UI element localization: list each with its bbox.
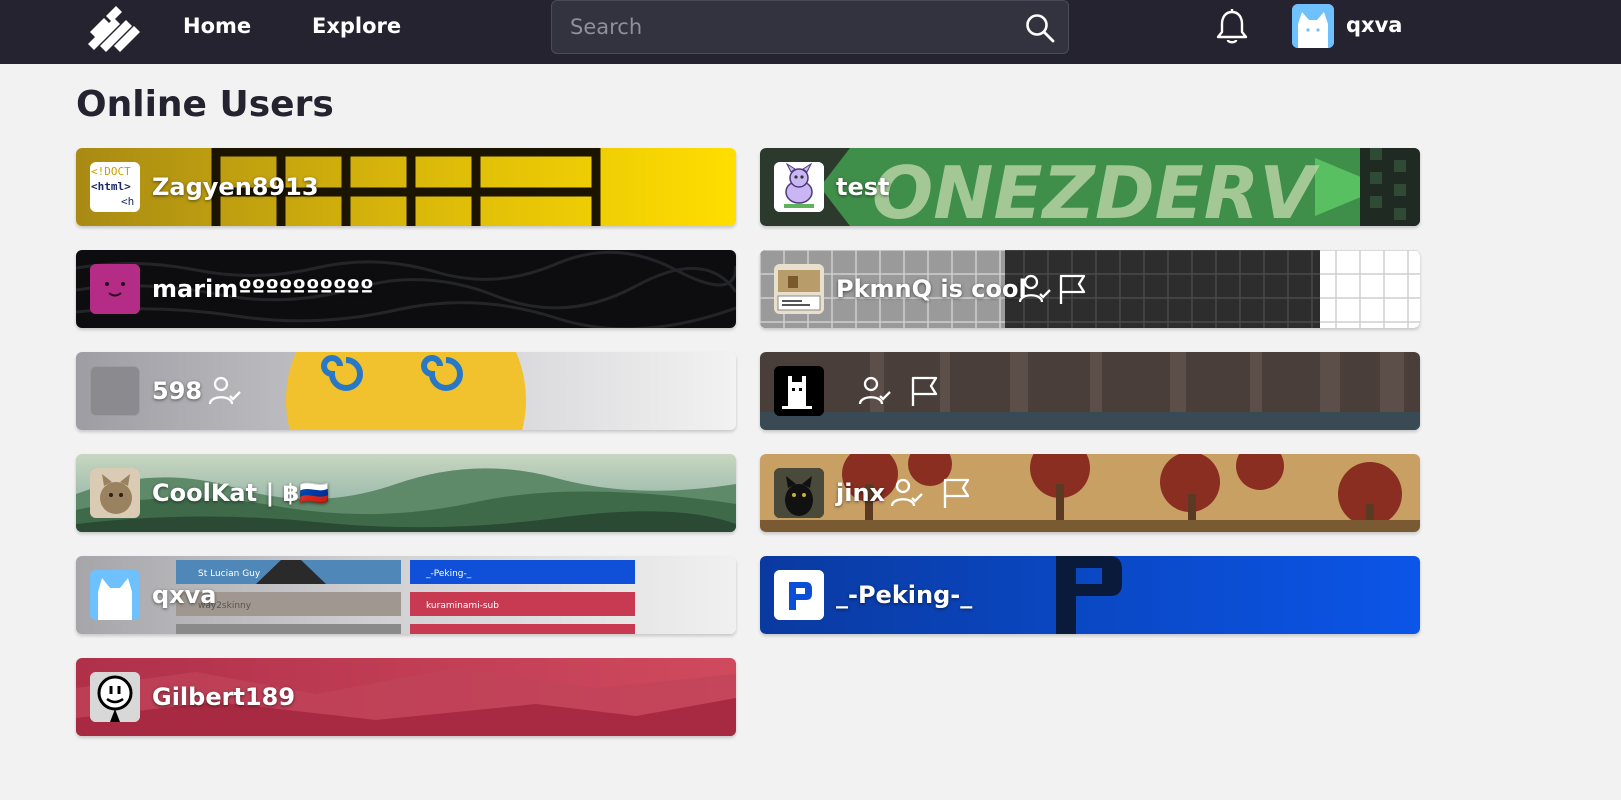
report-flag-icon[interactable] (940, 476, 974, 510)
follow-user-icon[interactable] (858, 374, 892, 408)
user-name: qxva (152, 581, 217, 609)
game-scene-avatar-icon (774, 264, 824, 314)
user-card-test[interactable]: ONEZDERV test (760, 148, 1420, 226)
cat-photo-avatar-icon (90, 468, 140, 518)
follow-user-icon[interactable] (1018, 272, 1052, 306)
user-avatar (90, 366, 140, 416)
user-card-gilbert189[interactable]: Gilbert189 (76, 658, 736, 736)
current-user-name[interactable]: qxva (1346, 11, 1402, 39)
current-user-avatar[interactable] (1292, 4, 1334, 48)
svg-text:_-Peking-_: _-Peking-_ (425, 569, 472, 579)
user-avatar (90, 672, 140, 722)
user-card-zagyen8913[interactable]: <!DOCT <html> <h Zagyen8913 (76, 148, 736, 226)
search-icon[interactable] (1024, 12, 1056, 44)
user-avatar (774, 162, 824, 212)
user-card-jinx[interactable]: jinx (760, 454, 1420, 532)
nav-home-link[interactable]: Home (183, 12, 251, 40)
cat-avatar-icon (90, 570, 140, 620)
banner-text: ONEZDERV (872, 151, 1320, 226)
avatar-text: <!DOCT (91, 165, 131, 178)
page-title: Online Users (76, 84, 334, 125)
user-card-marim[interactable]: marimºººººººººº (76, 250, 736, 328)
user-card-peking[interactable]: _-Peking-_ (760, 556, 1420, 634)
user-avatar (90, 468, 140, 518)
creature-avatar-icon (774, 162, 824, 212)
top-navigation-bar: Home Explore qxva (0, 0, 1621, 64)
follow-user-icon[interactable] (890, 476, 924, 510)
user-name: _-Peking-_ (836, 581, 973, 609)
avatar-text: <html> (91, 180, 131, 193)
search-input[interactable] (570, 9, 1000, 45)
user-card-598[interactable]: 598 (76, 352, 736, 430)
user-name: Gilbert189 (152, 683, 296, 711)
user-name: CoolKat | ฿🇷🇺 (152, 479, 330, 507)
user-name: 598 (152, 377, 203, 405)
search-box (551, 0, 1069, 54)
report-flag-icon[interactable] (908, 374, 942, 408)
user-name: marimºººººººººº (152, 275, 374, 303)
user-card-qxva[interactable]: St Lucian Guy _-Peking-_ way2skinny kura… (76, 556, 736, 634)
logo-icon[interactable] (84, 6, 142, 52)
user-name: jinx (836, 479, 886, 507)
nav-explore-link[interactable]: Explore (312, 12, 401, 40)
user-avatar (774, 570, 824, 620)
smiley-avatar-icon (90, 264, 140, 314)
user-card-unnamed[interactable] (760, 352, 1420, 430)
avatar-text: <h (121, 195, 135, 208)
user-avatar (774, 366, 824, 416)
user-avatar (774, 468, 824, 518)
follow-user-icon[interactable] (208, 374, 242, 408)
user-card-pkmnq[interactable]: PkmnQ is cool (760, 250, 1420, 328)
user-card-coolkat[interactable]: CoolKat | ฿🇷🇺 (76, 454, 736, 532)
user-name: Zagyen8913 (152, 173, 319, 201)
user-avatar (90, 264, 140, 314)
user-name: PkmnQ is cool (836, 275, 1027, 303)
black-cat-avatar-icon (774, 468, 824, 518)
pixel-cat-avatar-icon (774, 366, 824, 416)
user-avatar (90, 570, 140, 620)
p-logo-avatar-icon (774, 570, 824, 620)
cat-avatar-icon (1292, 4, 1334, 48)
user-avatar: <!DOCT <html> <h (90, 162, 140, 212)
svg-text:St Lucian Guy: St Lucian Guy (198, 569, 261, 579)
stick-figure-avatar-icon (90, 672, 140, 722)
svg-text:kuraminami-sub: kuraminami-sub (426, 601, 499, 611)
user-name: test (836, 173, 890, 201)
report-flag-icon[interactable] (1056, 272, 1090, 306)
user-avatar (774, 264, 824, 314)
bell-icon[interactable] (1214, 8, 1250, 46)
